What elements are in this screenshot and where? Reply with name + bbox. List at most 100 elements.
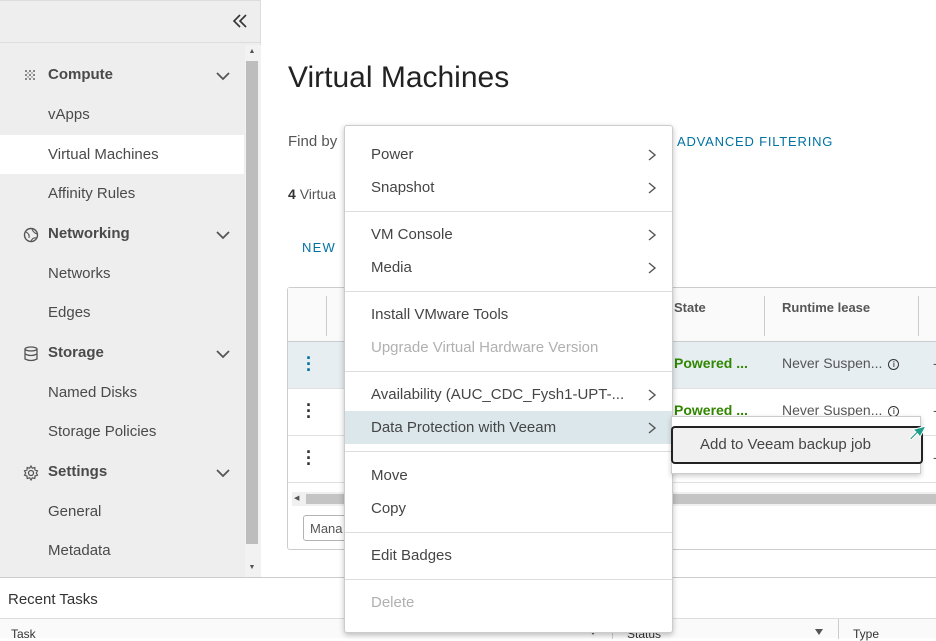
column-header-task[interactable]: Task <box>11 627 36 641</box>
row-actions-icon[interactable]: · · · <box>304 443 314 473</box>
sidebar-item-affinity-rules[interactable]: Affinity Rules <box>0 174 244 214</box>
chevron-down-icon[interactable] <box>214 67 232 85</box>
vm-count: 4 Virtua <box>288 186 336 202</box>
scroll-up-icon[interactable]: ▲ <box>245 45 259 59</box>
menu-item-label: Move <box>371 467 408 484</box>
sidebar-group-label: Networking <box>48 224 130 242</box>
add-to-veeam-backup-job-item[interactable]: Add to Veeam backup job <box>671 426 923 464</box>
filter-icon[interactable] <box>815 629 823 635</box>
menu-item-data-protection-veeam[interactable]: Data Protection with Veeam <box>345 411 672 444</box>
column-header-type[interactable]: Type <box>853 627 879 641</box>
vm-state: Powered ... <box>674 355 748 371</box>
advanced-filtering-link[interactable]: ADVANCED FILTERING <box>677 134 833 149</box>
page-title: Virtual Machines <box>288 61 510 94</box>
gear-icon <box>23 464 39 481</box>
chevron-right-icon <box>648 149 657 161</box>
compute-grid-icon <box>25 70 35 80</box>
menu-item-label: Data Protection with Veeam <box>371 419 557 436</box>
menu-item-move[interactable]: Move <box>345 459 672 492</box>
collapse-sidebar-icon[interactable] <box>231 11 249 31</box>
menu-item-media[interactable]: Media <box>345 251 672 284</box>
menu-item-label: Power <box>371 146 414 163</box>
sidebar-item-metadata[interactable]: Metadata <box>0 531 244 571</box>
menu-divider <box>345 211 672 212</box>
menu-item-delete: Delete <box>345 586 672 619</box>
info-icon[interactable]: i <box>888 358 900 370</box>
chevron-right-icon <box>648 422 657 434</box>
sidebar-nav: Compute vApps Virtual Machines Affinity … <box>0 55 244 571</box>
sidebar-item-label: Networks <box>48 264 111 282</box>
find-by-label: Find by <box>288 133 338 150</box>
sidebar-item-edges[interactable]: Edges <box>0 293 244 333</box>
sidebar-item-label: Storage Policies <box>48 423 157 440</box>
sidebar-group-storage[interactable]: Storage <box>0 333 244 373</box>
runtime-lease-text: Never Suspen... <box>782 355 883 371</box>
sidebar-group-label: Storage <box>48 343 104 361</box>
menu-item-vm-console[interactable]: VM Console <box>345 218 672 251</box>
sidebar-item-virtual-machines[interactable]: Virtual Machines <box>0 134 244 174</box>
sidebar-item-label: vApps <box>48 106 90 123</box>
vm-count-text: Virtua <box>299 186 337 202</box>
chevron-down-icon[interactable] <box>214 226 232 244</box>
menu-item-label: Upgrade Virtual Hardware Version <box>371 339 599 356</box>
column-header-runtime-lease[interactable]: Runtime lease <box>782 300 870 315</box>
sidebar-scroll-thumb[interactable] <box>246 61 258 544</box>
menu-divider <box>345 532 672 533</box>
sidebar-scrollbar[interactable]: ▲ ▼ <box>245 45 261 578</box>
scroll-left-icon[interactable]: ◀ <box>294 492 299 506</box>
menu-item-label: Add to Veeam backup job <box>700 436 871 453</box>
vm-context-menu: Power Snapshot VM Console Media Install … <box>344 125 673 633</box>
network-globe-icon <box>23 227 39 242</box>
chevron-right-icon <box>648 182 657 194</box>
chevron-right-icon <box>648 262 657 274</box>
menu-item-label: Copy <box>371 500 407 517</box>
sidebar-item-storage-policies[interactable]: Storage Policies <box>0 412 244 452</box>
menu-item-install-vmware-tools[interactable]: Install VMware Tools <box>345 298 672 331</box>
menu-item-copy[interactable]: Copy <box>345 492 672 525</box>
sidebar-item-label: General <box>48 502 102 520</box>
column-separator[interactable] <box>326 296 327 336</box>
column-header-state[interactable]: State <box>674 300 706 315</box>
storage-database-icon <box>24 345 38 361</box>
sidebar-group-label: Compute <box>48 66 113 83</box>
sidebar-group-compute[interactable]: Compute <box>0 55 244 95</box>
sidebar-item-named-disks[interactable]: Named Disks <box>0 373 244 413</box>
menu-item-snapshot[interactable]: Snapshot <box>345 171 672 204</box>
menu-item-label: Install VMware Tools <box>371 306 509 323</box>
menu-divider <box>345 371 672 372</box>
menu-divider <box>345 579 672 580</box>
sidebar-item-general[interactable]: General <box>0 492 244 532</box>
sidebar-item-vapps[interactable]: vApps <box>0 95 244 135</box>
column-separator[interactable] <box>838 619 839 639</box>
column-separator[interactable] <box>918 296 919 336</box>
row-actions-icon[interactable]: · · · <box>304 349 314 379</box>
sidebar-item-label: Affinity Rules <box>48 185 136 202</box>
new-vm-button[interactable]: NEW <box>302 240 336 255</box>
column-separator[interactable] <box>764 296 765 336</box>
menu-item-label: Media <box>371 259 412 276</box>
chevron-right-icon <box>648 389 657 401</box>
menu-item-label: VM Console <box>371 226 453 243</box>
sidebar-group-label: Settings <box>48 462 108 480</box>
menu-divider <box>345 451 672 452</box>
menu-divider <box>345 291 672 292</box>
sidebar-item-label: Named Disks <box>48 383 138 401</box>
menu-item-upgrade-virtual-hardware: Upgrade Virtual Hardware Version <box>345 331 672 364</box>
menu-item-label: Snapshot <box>371 179 435 196</box>
sidebar-group-settings[interactable]: Settings <box>0 452 244 492</box>
sidebar-item-label: Virtual Machines <box>48 145 159 163</box>
menu-item-availability[interactable]: Availability (AUC_CDC_Fysh1-UPT-... <box>345 378 672 411</box>
chevron-down-icon[interactable] <box>214 345 232 363</box>
vm-count-number: 4 <box>288 186 296 202</box>
mouse-pointer-icon <box>908 425 927 441</box>
recent-tasks-title[interactable]: Recent Tasks <box>8 591 98 608</box>
menu-item-edit-badges[interactable]: Edit Badges <box>345 539 672 572</box>
sidebar-item-label: Metadata <box>48 542 111 559</box>
menu-item-power[interactable]: Power <box>345 138 672 171</box>
sidebar-item-networks[interactable]: Networks <box>0 254 244 294</box>
chevron-down-icon[interactable] <box>214 464 232 482</box>
scroll-down-icon[interactable]: ▼ <box>245 561 259 575</box>
row-actions-icon[interactable]: · · · <box>304 396 314 426</box>
sidebar-header <box>0 1 261 43</box>
sidebar-group-networking[interactable]: Networking <box>0 214 244 254</box>
